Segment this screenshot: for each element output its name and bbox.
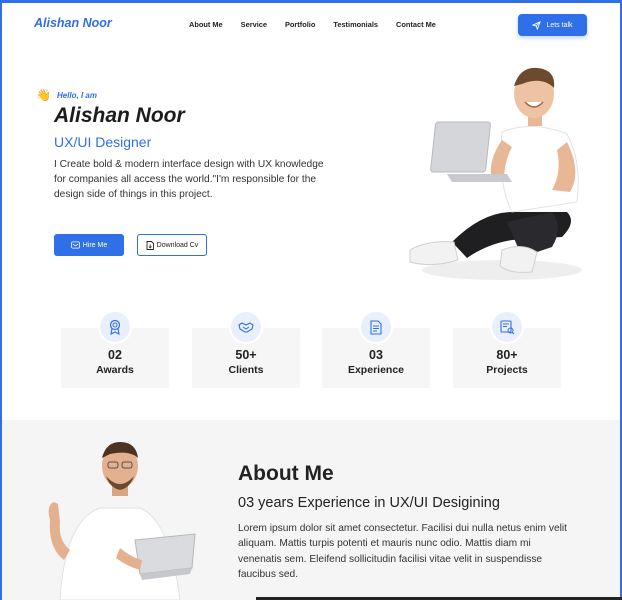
hire-me-button[interactable]: Hire Me [54,234,124,256]
stat-label-awards: Awards [96,364,134,376]
stat-card-clients: 50+ Clients [192,310,300,388]
stat-card-projects: 80+ Projects [453,310,561,388]
site-logo[interactable]: Alishan Noor [34,16,112,30]
site-header: Alishan Noor About Me Service Portfolio … [0,3,622,45]
send-icon [532,20,542,30]
stat-value-awards: 02 [108,348,122,362]
main-nav: About Me Service Portfolio Testimonials … [189,20,454,29]
hero-description: I Create bold & modern interface design … [54,159,324,200]
greeting: 👋 Hello, I am [36,89,97,101]
lets-talk-button[interactable]: Lets talk [518,14,587,36]
stat-value-clients: 50+ [235,348,257,362]
stat-value-projects: 80+ [496,348,518,362]
mail-icon [70,241,80,249]
about-portrait-image [48,442,196,600]
download-cv-label: Download Cv [156,241,199,249]
lets-talk-label: Lets talk [546,21,573,29]
hero-name: Alishan Noor [54,104,185,127]
download-cv-button[interactable]: Download Cv [137,234,207,256]
handshake-icon [229,310,263,344]
stat-card-experience: 03 Experience [322,310,430,388]
award-icon [98,310,132,344]
waving-hand-icon: 👋 [36,88,51,102]
greeting-text: Hello, I am [56,90,97,100]
download-icon [146,240,154,250]
hero-role: UX/UI Designer [54,134,152,150]
nav-about-me[interactable]: About Me [189,20,223,29]
about-subtitle: 03 years Experience in UX/UI Desigining [238,495,500,511]
stat-label-clients: Clients [228,364,264,376]
hero-portrait-image [409,67,582,280]
stat-value-experience: 03 [369,348,383,362]
stat-label-projects: Projects [486,364,528,376]
document-icon [359,310,393,344]
about-title: About Me [238,462,334,485]
nav-service[interactable]: Service [241,20,267,29]
nav-portfolio[interactable]: Portfolio [285,20,315,29]
about-description: Lorem ipsum dolor sit amet consectetur. … [238,523,567,580]
hire-me-label: Hire Me [82,241,108,249]
nav-contact-me[interactable]: Contact Me [396,20,436,29]
stat-card-awards: 02 Awards [61,310,169,388]
project-icon [490,310,524,344]
nav-testimonials[interactable]: Testimonials [333,20,378,29]
stat-label-experience: Experience [347,364,405,376]
